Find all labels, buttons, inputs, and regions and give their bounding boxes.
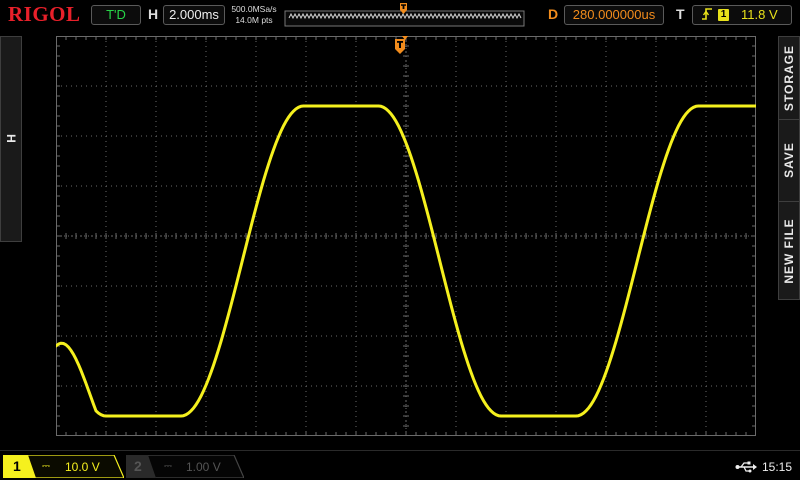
acquisition-info: 500.0MSa/s 14.0M pts [228, 4, 280, 26]
menu-item-label: NEW FILE [782, 218, 796, 284]
trigger-source-badge: 1 [718, 9, 729, 21]
rising-edge-icon [701, 6, 713, 27]
brand-logo: RIGOL [8, 2, 81, 26]
dc-coupling-icon: ⎓ [164, 461, 172, 472]
channel-2-number: 2 [134, 458, 142, 474]
bottom-divider [0, 450, 800, 451]
channel-2-scale: 1.00 V [186, 460, 221, 474]
channel-2-badge[interactable] [126, 455, 244, 478]
horizontal-indicator: H [148, 6, 159, 22]
sample-rate: 500.0MSa/s [231, 4, 277, 14]
horizontal-tab-label: H [4, 134, 18, 144]
channel-1-number: 1 [13, 458, 21, 474]
storage-menu: STORAGE SAVE NEW FILE [778, 36, 800, 300]
trigger-level-value: 11.8 V [741, 7, 778, 22]
channel-1-badge[interactable] [3, 455, 124, 478]
dc-coupling-icon: ⎓ [42, 461, 50, 472]
horizontal-menu-tab[interactable]: H [0, 36, 22, 242]
top-status-bar: RIGOL T'D H 2.000ms 500.0MSa/s 14.0M pts… [0, 0, 800, 32]
trigger-settings[interactable]: 1 11.8 V [692, 5, 792, 25]
menu-item-save[interactable]: SAVE [779, 119, 799, 202]
menu-item-label: SAVE [782, 142, 796, 178]
menu-item-label: STORAGE [782, 44, 796, 112]
graticule [56, 36, 756, 436]
channel-1-scale: 10.0 V [65, 460, 100, 474]
bottom-status-bar: 1 ⎓ 10.0 V 2 ⎓ 1.00 V 15:15 [0, 452, 800, 480]
timebase-value[interactable]: 2.000ms [163, 5, 225, 25]
waveform-display[interactable] [56, 36, 756, 436]
delay-indicator: D [548, 6, 559, 22]
menu-item-storage[interactable]: STORAGE [779, 37, 799, 120]
horizontal-delay-value[interactable]: 280.000000us [564, 5, 664, 25]
usb-icon [735, 461, 757, 473]
trigger-indicator: T [676, 6, 685, 22]
memory-position-bar[interactable] [283, 2, 526, 27]
system-clock: 15:15 [762, 460, 793, 474]
memory-depth: 14.0M pts [235, 15, 273, 25]
menu-item-new-file[interactable]: NEW FILE [779, 201, 799, 301]
run-state-badge[interactable]: T'D [91, 5, 141, 25]
